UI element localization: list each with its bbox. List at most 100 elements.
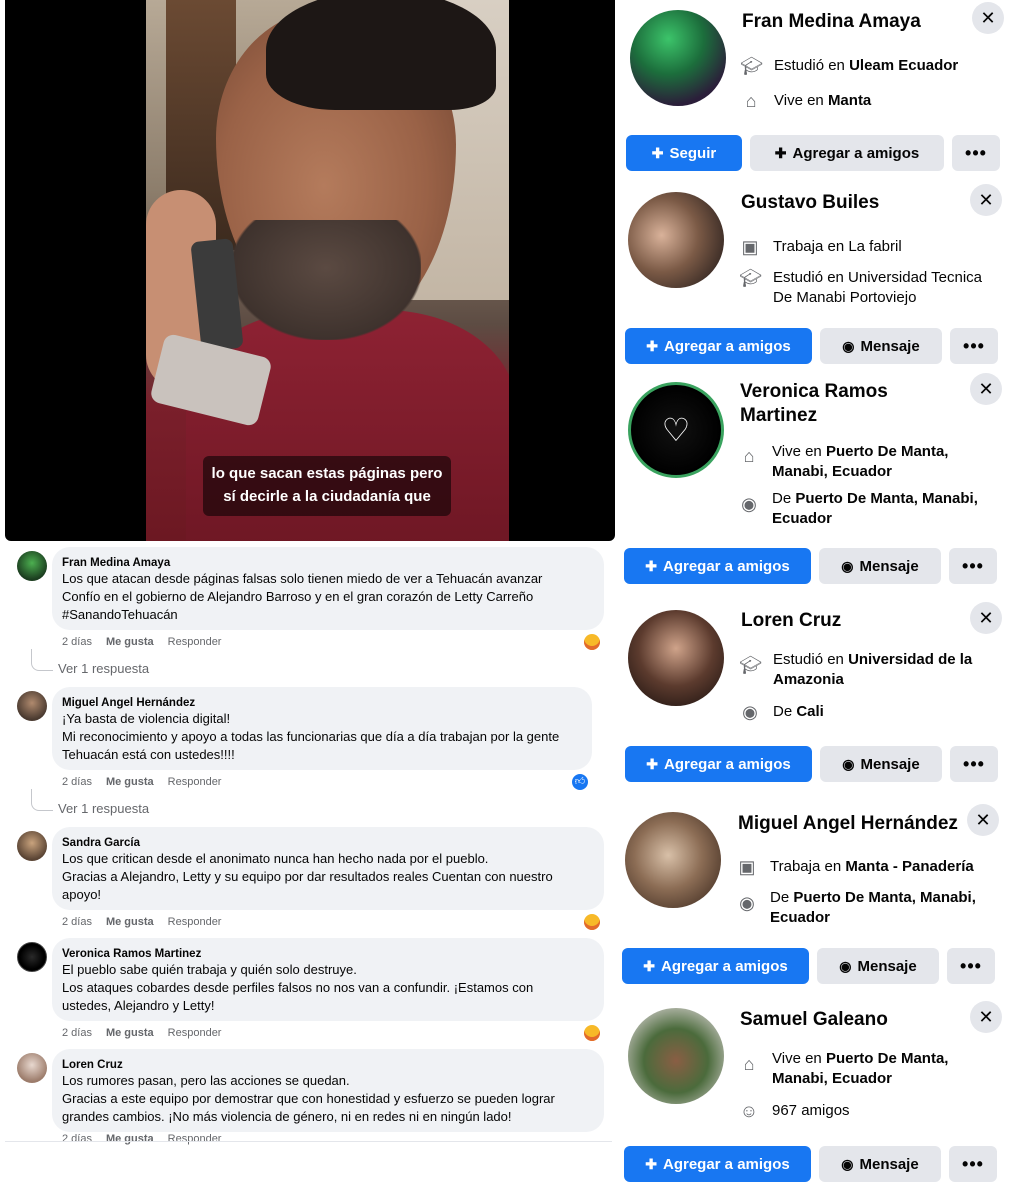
avatar[interactable]: ♡ [628, 382, 724, 478]
message-button[interactable]: ◉ Mensaje [820, 746, 942, 782]
info-link[interactable]: Puerto De Manta, Manabi, [793, 889, 976, 906]
info-text: Vive en [772, 1050, 826, 1067]
info-link[interactable]: Puerto De Manta, [826, 443, 949, 460]
reply-thread-line [31, 649, 53, 671]
avatar[interactable] [628, 192, 724, 288]
info-link[interactable]: Amazonia [773, 671, 844, 688]
profile-name[interactable]: Veronica Ramos Martinez [740, 380, 888, 428]
like-reaction-icon[interactable]: 👍︎ [572, 774, 588, 790]
info-link[interactable]: Manta - Panadería [845, 858, 973, 875]
comment-author[interactable]: Miguel Angel Hernández [62, 696, 580, 710]
info-link[interactable]: Puerto De Manta, [826, 1050, 949, 1067]
message-button[interactable]: ◉ Mensaje [820, 328, 942, 364]
info-link[interactable]: Manabi, Ecuador [772, 463, 892, 480]
info-link[interactable]: Manta [828, 92, 871, 109]
close-icon[interactable]: ✕ [970, 184, 1002, 216]
haha-reaction-icon[interactable] [584, 914, 600, 930]
view-replies-link[interactable]: Ver 1 respuesta [58, 801, 149, 816]
add-friend-button[interactable]: ✚ Agregar a amigos [625, 328, 812, 364]
comment-time[interactable]: 2 días [62, 1133, 92, 1145]
avatar[interactable] [628, 610, 724, 706]
add-friend-icon: ✚ [643, 957, 655, 974]
close-icon[interactable]: ✕ [970, 1001, 1002, 1033]
add-friend-button[interactable]: ✚ Agregar a amigos [624, 548, 811, 584]
comment-time[interactable]: 2 días [62, 776, 92, 788]
add-friend-button[interactable]: ✚ Agregar a amigos [622, 948, 809, 984]
more-options-button[interactable]: ••• [947, 948, 995, 984]
close-icon[interactable]: ✕ [970, 373, 1002, 405]
comment-actions: 2 días Me gusta Responder [62, 776, 221, 788]
comment-bubble: Loren Cruz Los rumores pasan, pero las a… [52, 1049, 604, 1132]
profile-info: Estudió en Uleam Ecuador [774, 56, 958, 76]
comment-time[interactable]: 2 días [62, 636, 92, 648]
graduation-cap-icon: 🎓︎ [739, 268, 762, 288]
add-friend-button[interactable]: ✚ Agregar a amigos [625, 746, 812, 782]
profile-info: Trabaja en La fabril [773, 237, 902, 257]
friend-count[interactable]: 967 amigos [772, 1102, 850, 1119]
comment-text-line[interactable]: #SanandoTehuacán [62, 606, 592, 624]
avatar[interactable] [17, 831, 47, 861]
more-options-button[interactable]: ••• [949, 1146, 997, 1182]
add-friend-button[interactable]: ✚ Agregar a amigos [750, 135, 944, 171]
profile-name[interactable]: Samuel Galeano [740, 1008, 888, 1032]
info-link[interactable]: Uleam Ecuador [849, 57, 958, 74]
comment-author[interactable]: Veronica Ramos Martinez [62, 947, 592, 961]
comment-text-line: El pueblo sabe quién trabaja y quién sol… [62, 962, 357, 977]
like-button[interactable]: Me gusta [106, 1133, 154, 1145]
message-button[interactable]: ◉ Mensaje [817, 948, 939, 984]
info-link[interactable]: Universidad de la [848, 651, 972, 668]
avatar[interactable] [17, 551, 47, 581]
reply-button[interactable]: Responder [168, 916, 222, 928]
more-options-button[interactable]: ••• [949, 548, 997, 584]
avatar[interactable] [625, 812, 721, 908]
reply-button[interactable]: Responder [168, 776, 222, 788]
comment-time[interactable]: 2 días [62, 916, 92, 928]
info-link[interactable]: Cali [796, 703, 824, 720]
video-person-beard [231, 220, 421, 340]
video-player[interactable]: lo que sacan estas páginas pero sí decir… [5, 0, 615, 541]
haha-reaction-icon[interactable] [584, 634, 600, 650]
add-friend-icon: ✚ [774, 144, 787, 161]
close-icon[interactable]: ✕ [970, 602, 1002, 634]
comment-author[interactable]: Loren Cruz [62, 1058, 592, 1072]
like-button[interactable]: Me gusta [106, 1027, 154, 1039]
message-button[interactable]: ◉ Mensaje [819, 1146, 941, 1182]
profile-name[interactable]: Loren Cruz [741, 609, 841, 633]
more-options-button[interactable]: ••• [950, 746, 998, 782]
reply-button[interactable]: Responder [168, 636, 222, 648]
info-link[interactable]: Manabi, Ecuador [772, 1070, 892, 1087]
avatar[interactable] [630, 10, 726, 106]
info-link[interactable]: Puerto De Manta, Manabi, [795, 490, 978, 507]
more-options-button[interactable]: ••• [950, 328, 998, 364]
message-button[interactable]: ◉ Mensaje [819, 548, 941, 584]
info-link[interactable]: Ecuador [772, 510, 832, 527]
profile-name[interactable]: Fran Medina Amaya [742, 10, 921, 34]
avatar[interactable] [17, 942, 47, 972]
add-friend-button[interactable]: ✚ Agregar a amigos [624, 1146, 811, 1182]
comment-author[interactable]: Sandra García [62, 836, 592, 850]
reply-button[interactable]: Responder [168, 1133, 222, 1145]
close-icon[interactable]: ✕ [972, 2, 1004, 34]
home-icon: ⌂ [743, 1054, 755, 1074]
profile-info: Estudió en Universidad Tecnica De Manabi… [773, 268, 982, 308]
avatar[interactable] [628, 1008, 724, 1104]
close-icon[interactable]: ✕ [967, 804, 999, 836]
like-button[interactable]: Me gusta [106, 636, 154, 648]
more-options-button[interactable]: ••• [952, 135, 1000, 171]
view-replies-link[interactable]: Ver 1 respuesta [58, 661, 149, 676]
info-link[interactable]: Ecuador [770, 909, 830, 926]
follow-button[interactable]: ✚ Seguir [626, 135, 742, 171]
comment-time[interactable]: 2 días [62, 1027, 92, 1039]
profile-name[interactable]: Gustavo Builes [741, 191, 879, 215]
profile-name[interactable]: Miguel Angel Hernández [738, 812, 958, 836]
comment-text-line: Tehuacán está con ustedes!!!! [62, 747, 235, 762]
comment-author[interactable]: Fran Medina Amaya [62, 556, 592, 570]
reply-button[interactable]: Responder [168, 1027, 222, 1039]
info-text: De [772, 490, 796, 507]
avatar[interactable] [17, 691, 47, 721]
like-button[interactable]: Me gusta [106, 776, 154, 788]
like-button[interactable]: Me gusta [106, 916, 154, 928]
avatar[interactable] [17, 1053, 47, 1083]
button-label: Seguir [669, 144, 717, 162]
haha-reaction-icon[interactable] [584, 1025, 600, 1041]
